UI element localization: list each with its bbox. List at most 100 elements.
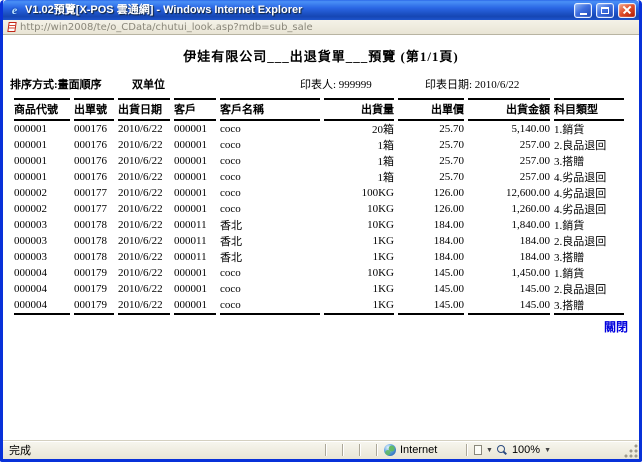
- resize-grip[interactable]: [623, 443, 639, 459]
- cell-customer-name: 香北: [220, 249, 320, 265]
- cell-ship-date: 2010/6/22: [118, 137, 170, 153]
- cell-customer: 000001: [174, 137, 216, 153]
- cell-unit-price: 184.00: [398, 217, 464, 233]
- minimize-button[interactable]: [574, 3, 592, 18]
- table-row: 000004 000179 2010/6/22 000001 coco 1KG …: [14, 281, 624, 297]
- cell-product-code: 000003: [14, 249, 70, 265]
- cell-ship-date: 2010/6/22: [118, 169, 170, 185]
- cell-ship-date: 2010/6/22: [118, 233, 170, 249]
- cell-unit-price: 145.00: [398, 297, 464, 315]
- cell-ship-date: 2010/6/22: [118, 281, 170, 297]
- cell-ship-date: 2010/6/22: [118, 217, 170, 233]
- caret-down-icon[interactable]: ▼: [544, 447, 551, 454]
- cell-account-type: 3.搭贈: [554, 249, 624, 265]
- table-row: 000004 000179 2010/6/22 000001 coco 10KG…: [14, 265, 624, 281]
- col-header-unit-price: 出單價: [398, 98, 464, 121]
- cell-order-no: 000179: [74, 281, 114, 297]
- cell-account-type: 1.銷貨: [554, 121, 624, 137]
- cell-unit-price: 25.70: [398, 137, 464, 153]
- table-row: 000001 000176 2010/6/22 000001 coco 1箱 2…: [14, 169, 624, 185]
- cell-account-type: 2.良品退回: [554, 233, 624, 249]
- col-header-ship-qty: 出貨量: [324, 98, 394, 121]
- cell-customer: 000011: [174, 249, 216, 265]
- title-bar[interactable]: e V1.02預覽[X-POS 雲通網] - Windows Internet …: [3, 0, 639, 20]
- table-row: 000001 000176 2010/6/22 000001 coco 1箱 2…: [14, 137, 624, 153]
- cell-customer: 000001: [174, 185, 216, 201]
- cell-unit-price: 184.00: [398, 249, 464, 265]
- cell-product-code: 000003: [14, 233, 70, 249]
- cell-product-code: 000002: [14, 201, 70, 217]
- cell-customer: 000001: [174, 201, 216, 217]
- page-icon: [7, 22, 16, 32]
- close-icon: [622, 5, 632, 15]
- maximize-button[interactable]: [596, 3, 614, 18]
- cell-ship-qty: 10KG: [324, 217, 394, 233]
- cell-account-type: 2.良品退回: [554, 137, 624, 153]
- cell-ship-amount: 1,260.00: [468, 201, 550, 217]
- table-row: 000002 000177 2010/6/22 000001 coco 10KG…: [14, 201, 624, 217]
- magnifier-icon[interactable]: [497, 445, 508, 456]
- address-bar[interactable]: http://win2008/te/o_CData/chutui_look.as…: [3, 20, 639, 35]
- zone-label: Internet: [400, 444, 437, 456]
- cell-account-type: 4.劣品退回: [554, 185, 624, 201]
- cell-ship-date: 2010/6/22: [118, 185, 170, 201]
- report-table: 商品代號 出單號 出貨日期 客戶 客戶名稱 出貨量 出單價 出貨金額 科目類型 …: [10, 98, 628, 315]
- cell-product-code: 000001: [14, 137, 70, 153]
- table-row: 000001 000176 2010/6/22 000001 coco 1箱 2…: [14, 153, 624, 169]
- cell-ship-amount: 257.00: [468, 153, 550, 169]
- cell-customer-name: coco: [220, 281, 320, 297]
- zoom-panel: ▼ 100% ▼: [468, 441, 623, 459]
- cell-order-no: 000176: [74, 137, 114, 153]
- cell-customer: 000001: [174, 153, 216, 169]
- cell-ship-qty: 100KG: [324, 185, 394, 201]
- cell-order-no: 000178: [74, 217, 114, 233]
- cell-ship-date: 2010/6/22: [118, 121, 170, 137]
- printed-by-label: 印表人: 999999: [300, 76, 425, 92]
- caret-down-icon[interactable]: ▼: [486, 447, 493, 454]
- url-text[interactable]: http://win2008/te/o_CData/chutui_look.as…: [20, 22, 313, 33]
- cell-ship-qty: 1箱: [324, 153, 394, 169]
- cell-order-no: 000176: [74, 153, 114, 169]
- cell-ship-date: 2010/6/22: [118, 297, 170, 315]
- page-content: 伊娃有限公司___出退貨單___預覽 (第1/1頁) 排序方式:畫面順序 双单位…: [3, 35, 639, 440]
- cell-ship-date: 2010/6/22: [118, 201, 170, 217]
- cell-order-no: 000177: [74, 185, 114, 201]
- cell-customer-name: coco: [220, 297, 320, 315]
- cell-ship-amount: 1,840.00: [468, 217, 550, 233]
- cell-unit-price: 25.70: [398, 121, 464, 137]
- cell-ship-amount: 1,450.00: [468, 265, 550, 281]
- col-header-ship-date: 出貨日期: [118, 98, 170, 121]
- cell-customer-name: coco: [220, 265, 320, 281]
- cell-order-no: 000178: [74, 249, 114, 265]
- cell-customer-name: coco: [220, 153, 320, 169]
- cell-customer: 000011: [174, 233, 216, 249]
- table-row: 000003 000178 2010/6/22 000011 香北 1KG 18…: [14, 249, 624, 265]
- close-button[interactable]: [618, 3, 636, 18]
- protected-mode-icon[interactable]: [474, 445, 482, 455]
- cell-unit-price: 126.00: [398, 185, 464, 201]
- cell-customer: 000001: [174, 281, 216, 297]
- cell-customer: 000001: [174, 265, 216, 281]
- cell-customer-name: 香北: [220, 233, 320, 249]
- cell-ship-amount: 257.00: [468, 169, 550, 185]
- cell-ship-qty: 1KG: [324, 249, 394, 265]
- cell-account-type: 3.搭贈: [554, 153, 624, 169]
- status-bar: 完成 Internet ▼ 100% ▼: [3, 440, 639, 459]
- statusbar-panel: [344, 441, 359, 459]
- cell-product-code: 000004: [14, 265, 70, 281]
- zoom-level-label[interactable]: 100%: [512, 444, 540, 456]
- close-link-row: 關閉: [10, 318, 628, 336]
- cell-order-no: 000179: [74, 265, 114, 281]
- table-row: 000003 000178 2010/6/22 000011 香北 10KG 1…: [14, 217, 624, 233]
- cell-ship-qty: 1KG: [324, 233, 394, 249]
- cell-customer-name: coco: [220, 121, 320, 137]
- table-row: 000002 000177 2010/6/22 000001 coco 100K…: [14, 185, 624, 201]
- cell-ship-amount: 145.00: [468, 281, 550, 297]
- cell-product-code: 000004: [14, 281, 70, 297]
- table-row: 000003 000178 2010/6/22 000011 香北 1KG 18…: [14, 233, 624, 249]
- security-zone-panel[interactable]: Internet: [378, 441, 466, 459]
- sort-mode-label: 排序方式:畫面順序: [10, 76, 132, 92]
- table-header-row: 商品代號 出單號 出貨日期 客戶 客戶名稱 出貨量 出單價 出貨金額 科目類型: [14, 98, 624, 121]
- cell-ship-qty: 1箱: [324, 169, 394, 185]
- close-report-link[interactable]: 關閉: [604, 320, 628, 334]
